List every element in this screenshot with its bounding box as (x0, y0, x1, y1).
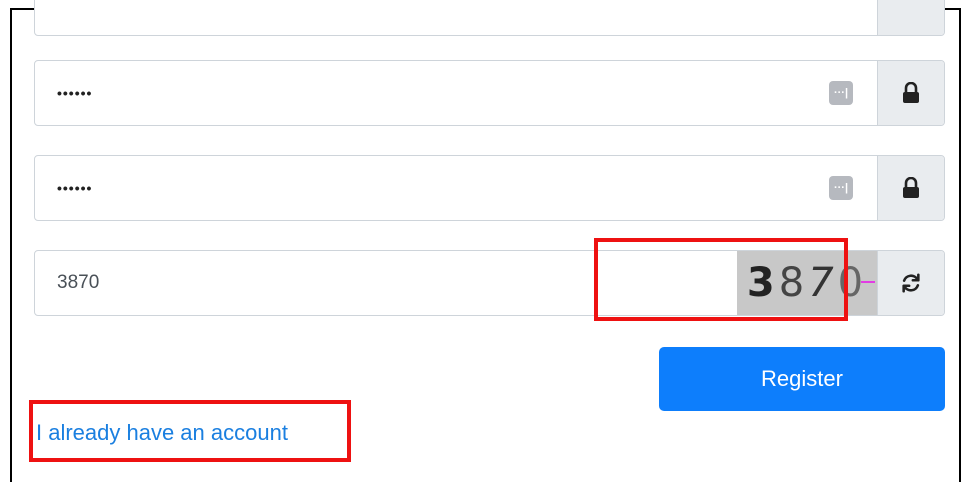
email-field[interactable] (35, 0, 877, 35)
captcha-input[interactable] (35, 251, 737, 315)
password-field[interactable]: •••••• (35, 61, 829, 125)
refresh-icon (902, 273, 920, 293)
captcha-digit: 7 (808, 260, 838, 306)
email-addon (877, 0, 944, 35)
password-input-group: •••••• ···| (34, 60, 945, 126)
captcha-noise-line (861, 281, 875, 283)
login-link[interactable]: I already have an account (36, 420, 288, 446)
captcha-digit: 0 (837, 260, 868, 306)
email-input-group (34, 0, 945, 36)
password-addon (877, 61, 944, 125)
captcha-digit: 3 (746, 260, 779, 306)
captcha-input-group: 3870 (34, 250, 945, 316)
register-button[interactable]: Register (659, 347, 945, 411)
captcha-digit: 8 (778, 260, 809, 306)
captcha-image: 3870 (737, 251, 877, 315)
confirm-password-addon (877, 156, 944, 220)
confirm-password-field[interactable]: •••••• (35, 156, 829, 220)
lock-icon (903, 82, 919, 103)
lock-icon (903, 177, 919, 198)
confirm-password-input-group: •••••• ···| (34, 155, 945, 221)
password-manager-icon[interactable]: ···| (829, 81, 853, 105)
captcha-refresh-button[interactable] (877, 251, 944, 315)
confirm-password-manager-icon[interactable]: ···| (829, 176, 853, 200)
